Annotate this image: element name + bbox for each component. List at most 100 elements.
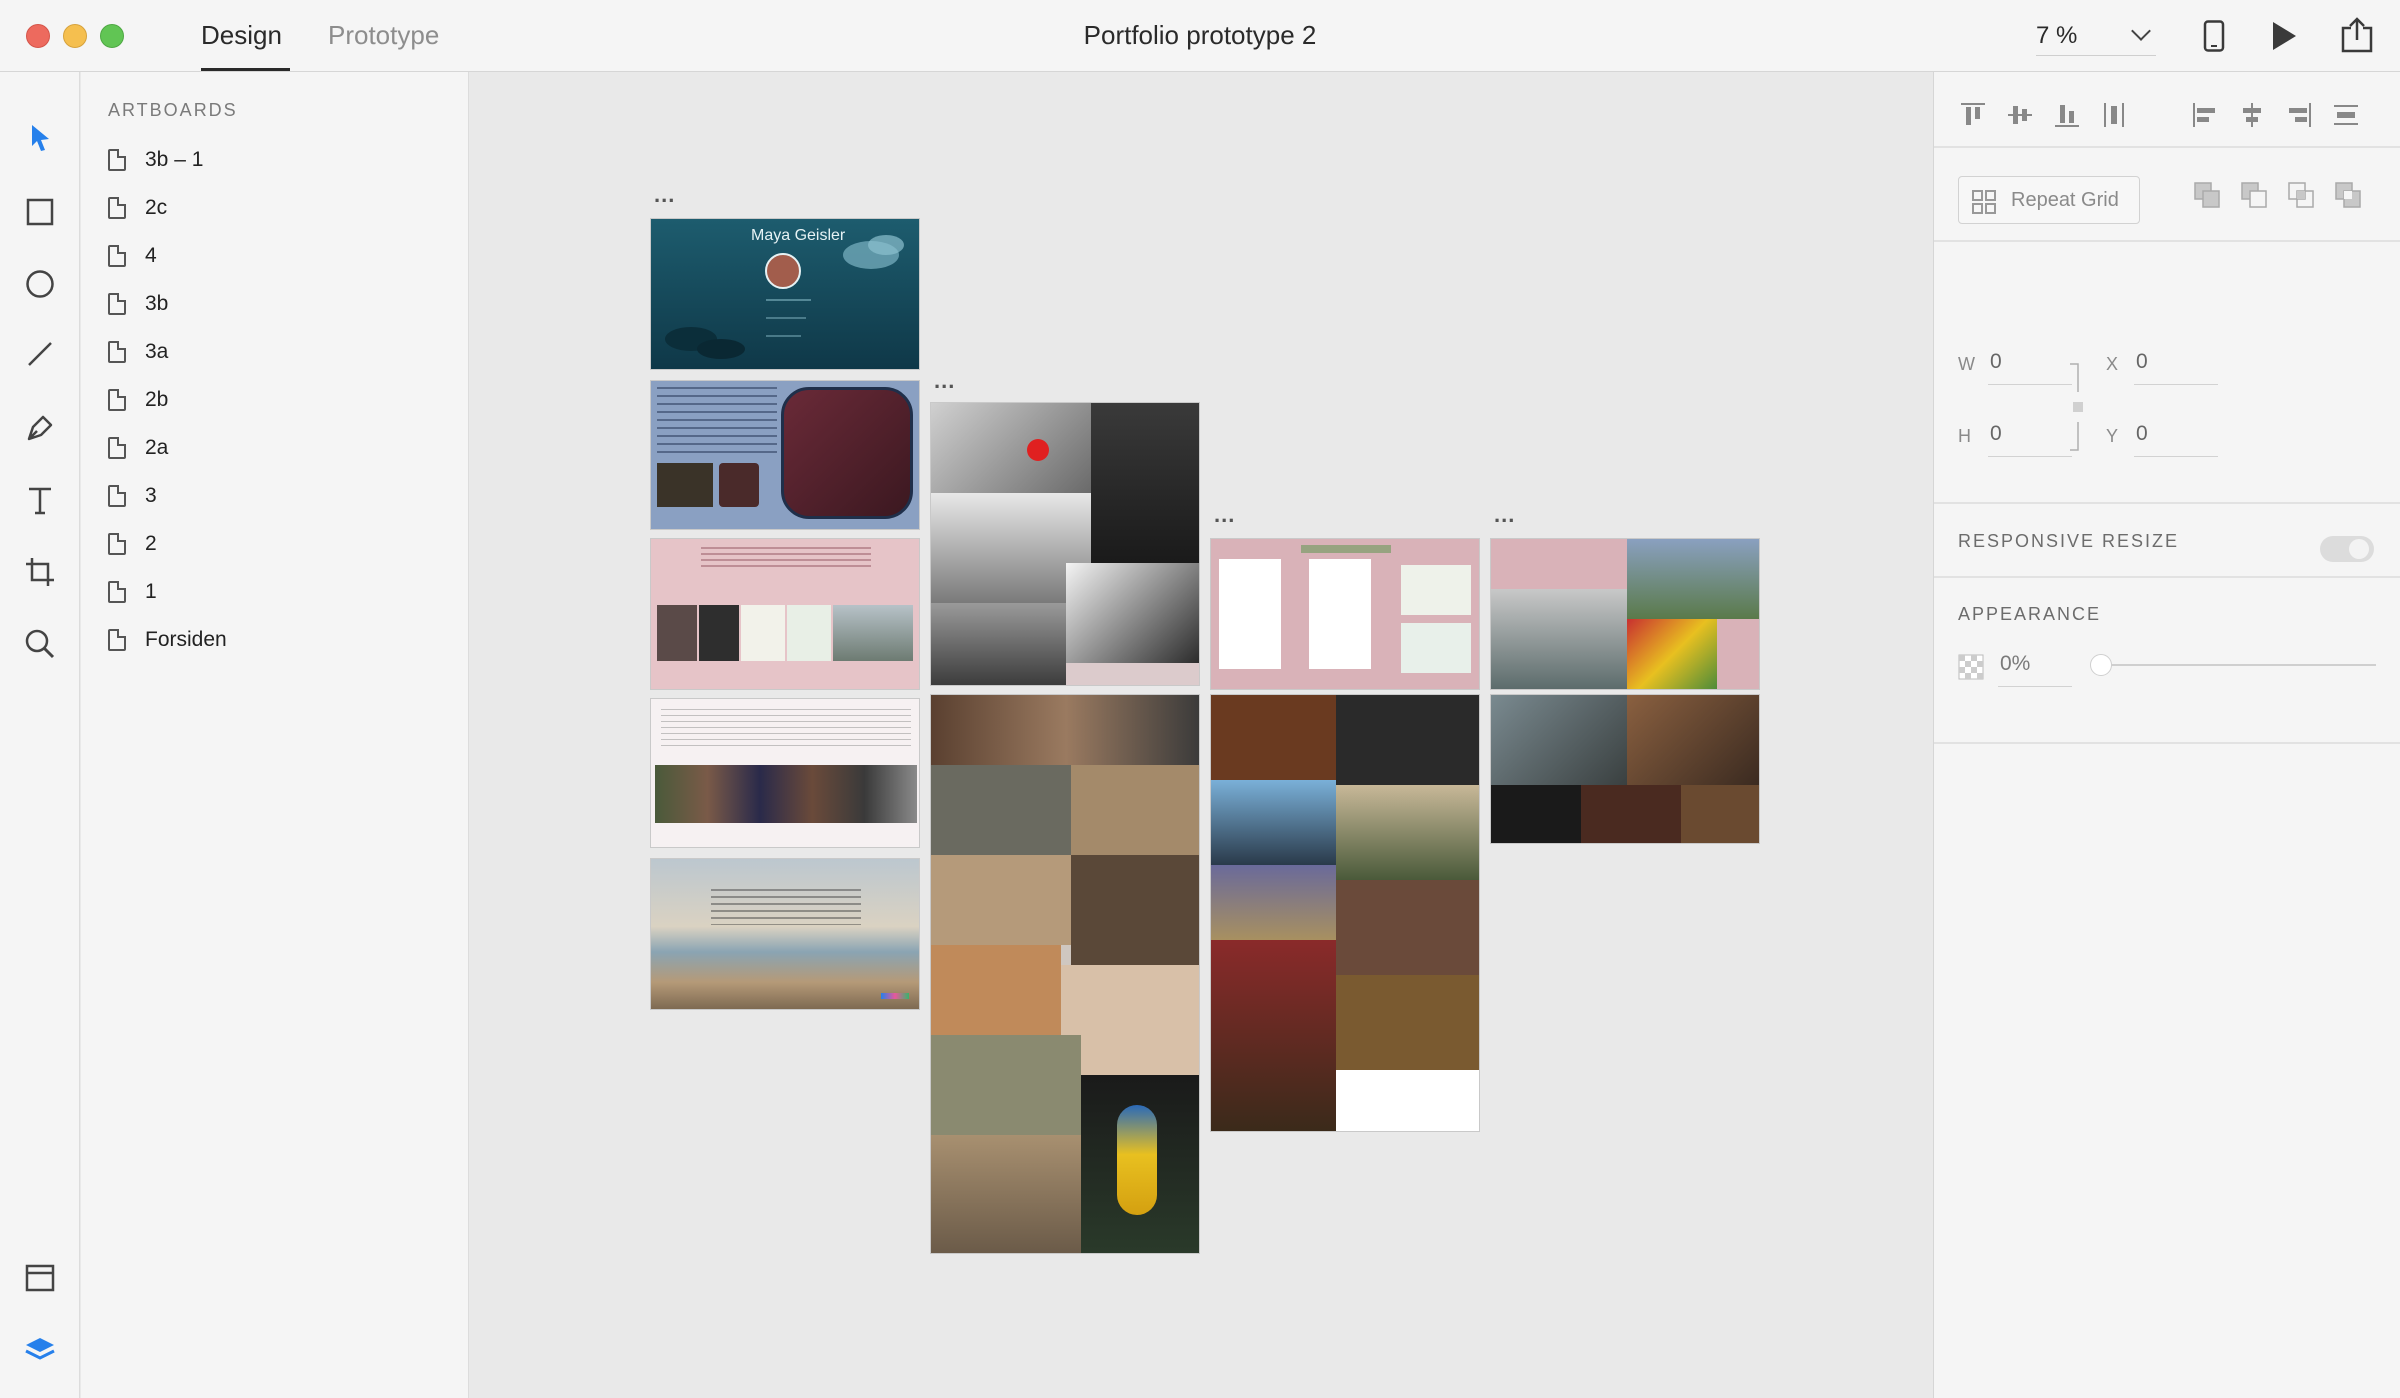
artboard-more-label[interactable]: ... xyxy=(934,368,955,394)
artboard-3a[interactable] xyxy=(1210,694,1480,1132)
photo-thumb xyxy=(931,403,1091,493)
artboard-item-3b-1[interactable]: 3b – 1 xyxy=(108,142,448,178)
opacity-slider-track[interactable] xyxy=(2100,664,2376,666)
toggle-knob xyxy=(2349,539,2369,559)
select-tool-icon[interactable] xyxy=(20,118,60,158)
repeat-grid-row: Repeat Grid xyxy=(1934,150,2400,242)
active-tab-indicator xyxy=(201,68,290,71)
portrait-photo xyxy=(781,387,913,519)
opacity-icon xyxy=(1958,654,1984,680)
artboard-2[interactable] xyxy=(650,538,920,690)
photo-thumb xyxy=(657,463,713,507)
artboard-2c[interactable] xyxy=(1210,538,1480,690)
subtract-boolean-icon[interactable] xyxy=(2239,180,2269,210)
leaf-decoration xyxy=(843,235,904,269)
artboard-item-forsiden[interactable]: Forsiden xyxy=(108,622,448,658)
artboards-heading: ARTBOARDS xyxy=(108,100,238,120)
zoom-tool-icon[interactable] xyxy=(20,624,60,664)
photo-thumb xyxy=(1066,563,1199,663)
artboard-more-label[interactable]: ... xyxy=(654,182,675,208)
artboard-forsiden[interactable]: Maya Geisler xyxy=(650,218,920,370)
transform-row: W 0 X 0 H 0 Y 0 xyxy=(1934,244,2400,504)
align-left-icon[interactable] xyxy=(2190,100,2220,130)
ellipse-tool-icon[interactable] xyxy=(20,264,60,304)
repeat-grid-label: Repeat Grid xyxy=(2011,189,2119,211)
assets-panel-icon[interactable] xyxy=(20,1258,60,1298)
artboard-more-label[interactable]: ... xyxy=(1214,502,1235,528)
layers-panel: ARTBOARDS 3b – 1 2c 4 3b 3a 2b 2a 3 2 1 … xyxy=(81,72,469,1398)
artboard-item-3[interactable]: 3 xyxy=(108,478,448,514)
align-top-icon[interactable] xyxy=(1958,100,1988,130)
pen-tool-icon[interactable] xyxy=(20,408,60,448)
x-field[interactable]: 0 xyxy=(2136,350,2148,374)
lock-aspect-icon[interactable] xyxy=(2068,362,2090,452)
y-field[interactable]: 0 xyxy=(2136,422,2148,446)
height-field[interactable]: 0 xyxy=(1990,422,2002,446)
exclude-boolean-icon[interactable] xyxy=(2333,180,2363,210)
add-boolean-icon[interactable] xyxy=(2192,180,2222,210)
align-right-icon[interactable] xyxy=(2284,100,2314,130)
artboard-2a[interactable] xyxy=(930,402,1200,686)
artboard-3[interactable] xyxy=(650,698,920,848)
photo-thumb xyxy=(1211,780,1336,865)
artboard-4[interactable] xyxy=(650,858,920,1010)
text-block xyxy=(701,547,871,571)
artboard-2b[interactable] xyxy=(930,694,1200,1254)
artboard-more-label[interactable]: ... xyxy=(1494,502,1515,528)
artboard-item-3b[interactable]: 3b xyxy=(108,286,448,322)
photo-thumb xyxy=(787,605,831,661)
repeat-grid-button[interactable]: Repeat Grid xyxy=(1958,176,2140,224)
align-middle-icon[interactable] xyxy=(2005,100,2035,130)
text-tool-icon[interactable] xyxy=(20,480,60,520)
opacity-slider-thumb[interactable] xyxy=(2090,654,2112,676)
height-label: H xyxy=(1958,426,1971,446)
artboard-item-2[interactable]: 2 xyxy=(108,526,448,562)
zoom-dropdown[interactable]: 7 % xyxy=(2036,16,2156,56)
line-tool-icon[interactable] xyxy=(20,334,60,374)
responsive-resize-toggle[interactable] xyxy=(2320,536,2374,562)
artboard-item-3a[interactable]: 3a xyxy=(108,334,448,370)
layers-panel-icon[interactable] xyxy=(20,1330,60,1370)
artboard-icon xyxy=(108,149,126,171)
design-canvas[interactable]: ... Maya Geisler ... ... ... xyxy=(470,72,1932,1398)
device-preview-icon[interactable] xyxy=(2203,20,2225,57)
artboard-icon xyxy=(108,341,126,363)
photo-thumb xyxy=(657,605,697,661)
play-preview-icon[interactable] xyxy=(2270,20,2298,57)
distribute-horizontal-icon[interactable] xyxy=(2331,100,2361,130)
text-block xyxy=(657,387,777,457)
align-bottom-icon[interactable] xyxy=(2052,100,2082,130)
artboard-tool-icon[interactable] xyxy=(20,552,60,592)
appearance-label: APPEARANCE xyxy=(1958,604,2102,624)
align-center-icon[interactable] xyxy=(2237,100,2267,130)
social-icons xyxy=(881,993,909,999)
rectangle-tool-icon[interactable] xyxy=(20,192,60,232)
artboard-item-2a[interactable]: 2a xyxy=(108,430,448,466)
artboard-item-1[interactable]: 1 xyxy=(108,574,448,610)
appearance-row: APPEARANCE 0% xyxy=(1934,580,2400,744)
photo-thumb xyxy=(931,1035,1081,1135)
nav-line xyxy=(766,335,801,337)
photo-thumb xyxy=(1627,539,1759,619)
chevron-down-icon xyxy=(2131,21,2151,41)
artboard-item-2c[interactable]: 2c xyxy=(108,190,448,226)
share-icon[interactable] xyxy=(2340,16,2374,59)
artboard-1[interactable] xyxy=(650,380,920,530)
artboard-icon xyxy=(108,293,126,315)
width-label: W xyxy=(1958,354,1975,374)
photo-thumb xyxy=(741,605,785,661)
parrot-detail xyxy=(1117,1105,1157,1215)
photo-thumb xyxy=(719,463,759,507)
artboard-icon xyxy=(108,533,126,555)
width-field[interactable]: 0 xyxy=(1990,350,2002,374)
opacity-field[interactable]: 0% xyxy=(2000,652,2030,676)
intersect-boolean-icon[interactable] xyxy=(2286,180,2316,210)
photo-thumb xyxy=(1211,865,1336,940)
distribute-vertical-icon[interactable] xyxy=(2099,100,2129,130)
artboard-item-2b[interactable]: 2b xyxy=(108,382,448,418)
text-block xyxy=(711,889,861,925)
artboard-3b[interactable] xyxy=(1490,538,1760,690)
artboard-item-4[interactable]: 4 xyxy=(108,238,448,274)
artboard-3b-1[interactable] xyxy=(1490,694,1760,844)
text-block xyxy=(661,709,911,749)
